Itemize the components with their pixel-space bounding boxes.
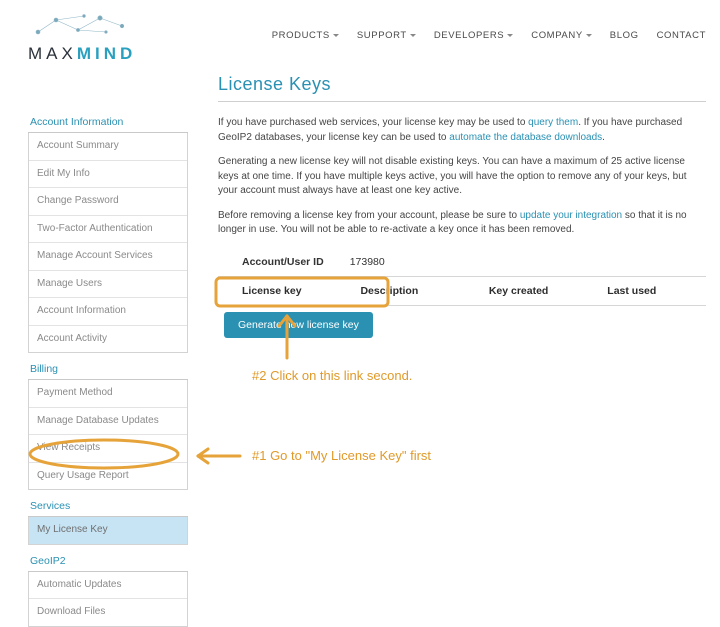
sidebar-group-billing: Billing: [28, 359, 188, 380]
sidebar-item-manage-users[interactable]: Manage Users: [29, 270, 187, 298]
col-license-key: License key: [242, 285, 360, 297]
nav-products[interactable]: PRODUCTS: [272, 30, 339, 41]
logo[interactable]: MAXMIND: [28, 18, 138, 64]
sidebar-group-geoip2: GeoIP2: [28, 551, 188, 572]
top-nav: PRODUCTS SUPPORT DEVELOPERS COMPANY BLOG…: [272, 18, 706, 41]
sidebar-item-usage-report[interactable]: Query Usage Report: [29, 462, 187, 490]
nav-contact[interactable]: CONTACT: [657, 30, 706, 41]
logo-text: MAXMIND: [28, 44, 136, 64]
sidebar-item-edit-info[interactable]: Edit My Info: [29, 160, 187, 188]
page-title: License Keys: [218, 74, 706, 95]
intro-text: If you have purchased web services, your…: [218, 116, 706, 238]
sidebar-item-account-activity[interactable]: Account Activity: [29, 325, 187, 353]
sidebar: Account Information Account Summary Edit…: [28, 70, 188, 627]
account-id-value: 173980: [350, 256, 385, 268]
sidebar-group-services: Services: [28, 496, 188, 517]
chevron-down-icon: [507, 34, 513, 37]
account-id-label: Account/User ID: [242, 256, 324, 268]
sidebar-item-receipts[interactable]: View Receipts: [29, 434, 187, 462]
account-id-row: Account/User ID 173980: [218, 248, 706, 276]
sidebar-item-2fa[interactable]: Two-Factor Authentication: [29, 215, 187, 243]
license-table-header: License key Description Key created Last…: [218, 277, 706, 305]
nav-company[interactable]: COMPANY: [531, 30, 592, 41]
sidebar-item-auto-updates[interactable]: Automatic Updates: [29, 572, 187, 599]
sidebar-item-account-info[interactable]: Account Information: [29, 297, 187, 325]
sidebar-item-download-files[interactable]: Download Files: [29, 598, 187, 626]
col-created: Key created: [489, 285, 607, 297]
logo-graphic: [28, 18, 138, 44]
sidebar-item-db-updates[interactable]: Manage Database Updates: [29, 407, 187, 435]
nav-support[interactable]: SUPPORT: [357, 30, 416, 41]
generate-license-key-button[interactable]: Generate new license key: [224, 312, 373, 338]
nav-blog[interactable]: BLOG: [610, 30, 639, 41]
link-update-integration[interactable]: update your integration: [520, 210, 622, 221]
chevron-down-icon: [333, 34, 339, 37]
divider: [218, 101, 706, 102]
col-description: Description: [360, 285, 488, 297]
divider: [218, 305, 706, 306]
chevron-down-icon: [586, 34, 592, 37]
sidebar-group-account: Account Information: [28, 112, 188, 133]
sidebar-item-manage-services[interactable]: Manage Account Services: [29, 242, 187, 270]
sidebar-item-license-key[interactable]: My License Key: [29, 517, 187, 544]
link-automate-downloads[interactable]: automate the database downloads: [449, 132, 602, 143]
col-last-used: Last used: [607, 285, 706, 297]
nav-developers[interactable]: DEVELOPERS: [434, 30, 513, 41]
sidebar-item-payment[interactable]: Payment Method: [29, 380, 187, 407]
sidebar-item-account-summary[interactable]: Account Summary: [29, 133, 187, 160]
chevron-down-icon: [410, 34, 416, 37]
sidebar-item-change-password[interactable]: Change Password: [29, 187, 187, 215]
link-query-them[interactable]: query them: [528, 117, 578, 128]
